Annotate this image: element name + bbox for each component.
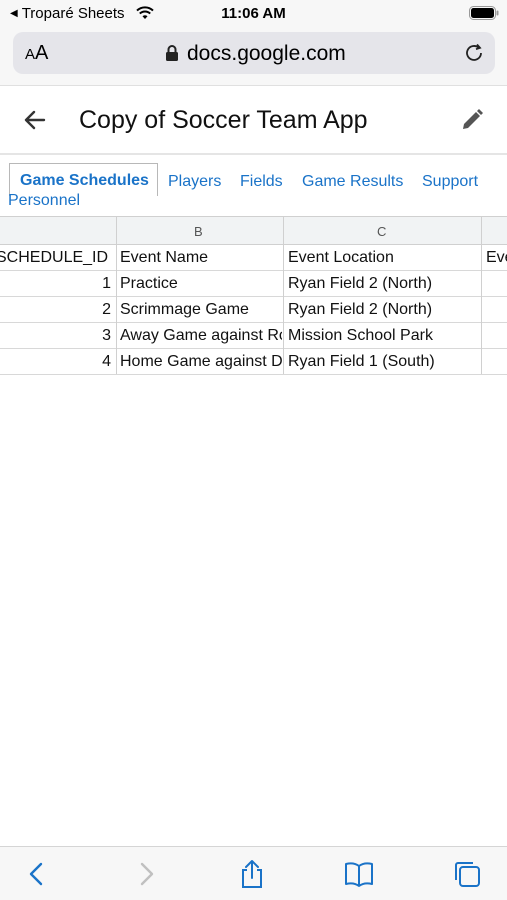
browser-address-area: AA docs.google.com	[0, 28, 507, 86]
tab-personnel[interactable]: Personnel	[8, 192, 80, 210]
table-row: 4 Home Game against De Ryan Field 1 (Sou…	[0, 349, 507, 375]
header-cell-event-truncated[interactable]: Eve	[486, 249, 507, 267]
back-arrow-icon[interactable]	[22, 107, 48, 133]
column-divider	[283, 216, 284, 374]
cell-event-name[interactable]: Away Game against Ro	[120, 327, 282, 345]
column-header-row: B C	[0, 216, 507, 245]
lock-icon	[166, 45, 178, 61]
bookmarks-icon[interactable]	[344, 859, 374, 889]
address-bar[interactable]: AA docs.google.com	[13, 32, 495, 74]
cell-event-location[interactable]: Ryan Field 1 (South)	[288, 353, 480, 371]
tabs-icon[interactable]	[452, 859, 482, 889]
cell-event-location[interactable]: Ryan Field 2 (North)	[288, 301, 480, 319]
battery-icon	[469, 6, 499, 20]
tab-fields[interactable]: Fields	[240, 173, 283, 191]
back-icon[interactable]	[22, 859, 52, 889]
column-letter-c[interactable]: C	[377, 224, 386, 239]
status-bar: ◀ Troparé Sheets 11:06 AM	[0, 0, 507, 28]
cell-schedule-id[interactable]: 1	[0, 275, 111, 293]
url-text: docs.google.com	[187, 42, 346, 65]
column-letter-b[interactable]: B	[194, 224, 203, 239]
column-divider	[116, 216, 117, 374]
app-header: Copy of Soccer Team App	[0, 87, 507, 155]
text-size-button[interactable]: AA	[25, 42, 48, 65]
browser-toolbar	[0, 846, 507, 900]
cell-schedule-id[interactable]: 4	[0, 353, 111, 371]
forward-icon[interactable]	[131, 859, 161, 889]
page-title: Copy of Soccer Team App	[79, 106, 368, 134]
header-cell-event-name[interactable]: Event Name	[120, 249, 280, 267]
tab-support[interactable]: Support	[422, 173, 478, 191]
cell-event-name[interactable]: Home Game against De	[120, 353, 282, 371]
table-row: 1 Practice Ryan Field 2 (North)	[0, 271, 507, 297]
status-time: 11:06 AM	[221, 5, 286, 22]
cell-schedule-id[interactable]: 3	[0, 327, 111, 345]
cell-schedule-id[interactable]: 2	[0, 301, 111, 319]
sheet-tabs: Game Schedules Players Fields Game Resul…	[0, 162, 507, 212]
column-divider	[481, 216, 482, 374]
reload-icon[interactable]	[463, 42, 485, 64]
cell-event-name[interactable]: Scrimmage Game	[120, 301, 282, 319]
tab-game-results[interactable]: Game Results	[302, 173, 403, 191]
tab-players[interactable]: Players	[168, 173, 221, 191]
share-icon[interactable]	[237, 859, 267, 889]
cell-event-location[interactable]: Ryan Field 2 (North)	[288, 275, 480, 293]
edit-pencil-icon[interactable]	[459, 107, 485, 133]
header-cell-schedule-id[interactable]: SCHEDULE_ID	[0, 249, 114, 267]
cell-event-location[interactable]: Mission School Park	[288, 327, 480, 345]
spreadsheet-grid: B C SCHEDULE_ID Event Name Event Locatio…	[0, 216, 507, 376]
cell-event-name[interactable]: Practice	[120, 275, 282, 293]
header-row: SCHEDULE_ID Event Name Event Location Ev…	[0, 245, 507, 271]
table-row: 3 Away Game against Ro Mission School Pa…	[0, 323, 507, 349]
table-row: 2 Scrimmage Game Ryan Field 2 (North)	[0, 297, 507, 323]
header-cell-event-location[interactable]: Event Location	[288, 249, 478, 267]
